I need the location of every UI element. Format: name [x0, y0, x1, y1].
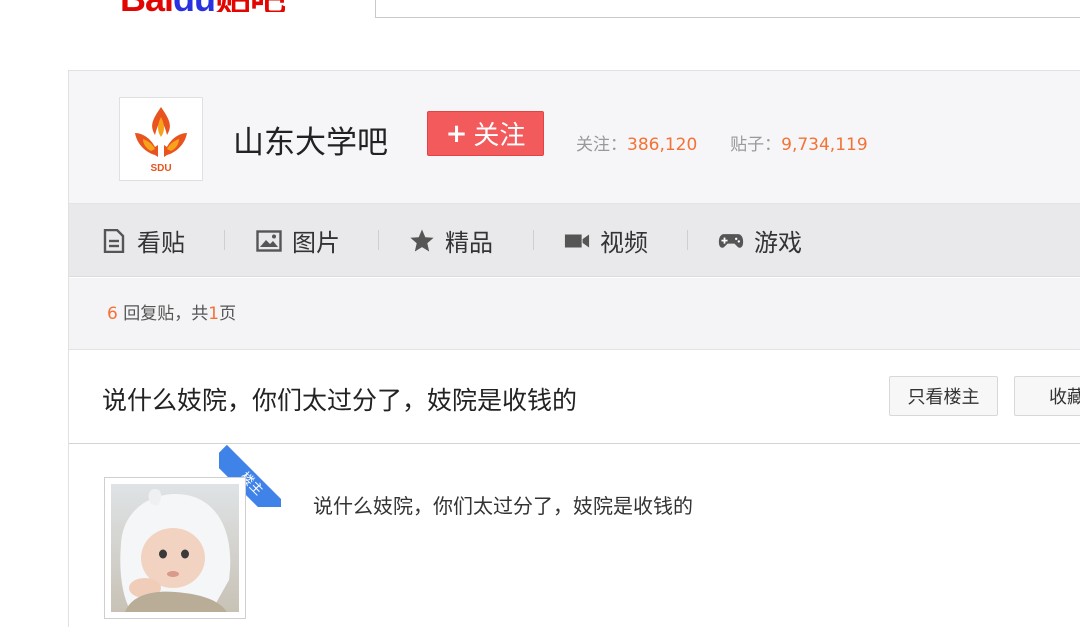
thread-title: 说什么妓院，你们太过分了，妓院是收钱的: [102, 386, 578, 415]
plus-icon: +: [445, 118, 468, 149]
tab-posts[interactable]: 看贴: [101, 204, 185, 277]
image-icon: [256, 228, 282, 254]
gamepad-icon: [718, 228, 744, 254]
author-column: 楼主: [69, 445, 281, 627]
star-icon: [409, 228, 435, 254]
followers-count: 386,120: [627, 135, 698, 155]
post-floor-1: 楼主 说什么妓院，你们太过分了，妓院是收钱的: [69, 445, 1080, 627]
avatar[interactable]: [104, 477, 246, 619]
posts-count: 9,734,119: [781, 135, 868, 155]
tab-featured[interactable]: 精品: [409, 204, 493, 277]
sdu-emblem-icon: SDU: [135, 107, 187, 174]
forum-card: SDU 山东大学吧 + 关注 关注：386,120 贴子：9,734,119 看…: [68, 70, 1080, 627]
only-op-button[interactable]: 只看楼主: [889, 376, 998, 416]
post-content: 说什么妓院，你们太过分了，妓院是收钱的: [313, 494, 693, 518]
tab-games[interactable]: 游戏: [718, 204, 802, 277]
document-icon: [101, 228, 127, 254]
baidu-tieba-logo[interactable]: Baidu贴吧: [120, 0, 285, 12]
thread-title-row: 说什么妓院，你们太过分了，妓院是收钱的 只看楼主 收藏: [69, 351, 1080, 444]
follow-button[interactable]: + 关注: [427, 111, 544, 156]
tab-videos[interactable]: 视频: [564, 204, 648, 277]
favorite-button[interactable]: 收藏: [1014, 376, 1080, 416]
forum-name[interactable]: 山东大学吧: [233, 117, 388, 162]
tab-images[interactable]: 图片: [256, 204, 340, 277]
baby-photo-icon: [111, 484, 239, 612]
forum-tabbar: 看贴 图片 精品 视频 游戏: [69, 204, 1080, 277]
forum-avatar[interactable]: SDU: [119, 97, 203, 181]
reply-info: 6 回复贴，共1页: [69, 278, 1080, 350]
forum-header: SDU 山东大学吧 + 关注 关注：386,120 贴子：9,734,119: [69, 71, 1080, 204]
video-camera-icon: [564, 228, 590, 254]
svg-text:SDU: SDU: [150, 163, 171, 174]
forum-stats: 关注：386,120 贴子：9,734,119: [576, 135, 868, 155]
search-input[interactable]: [375, 0, 1080, 18]
